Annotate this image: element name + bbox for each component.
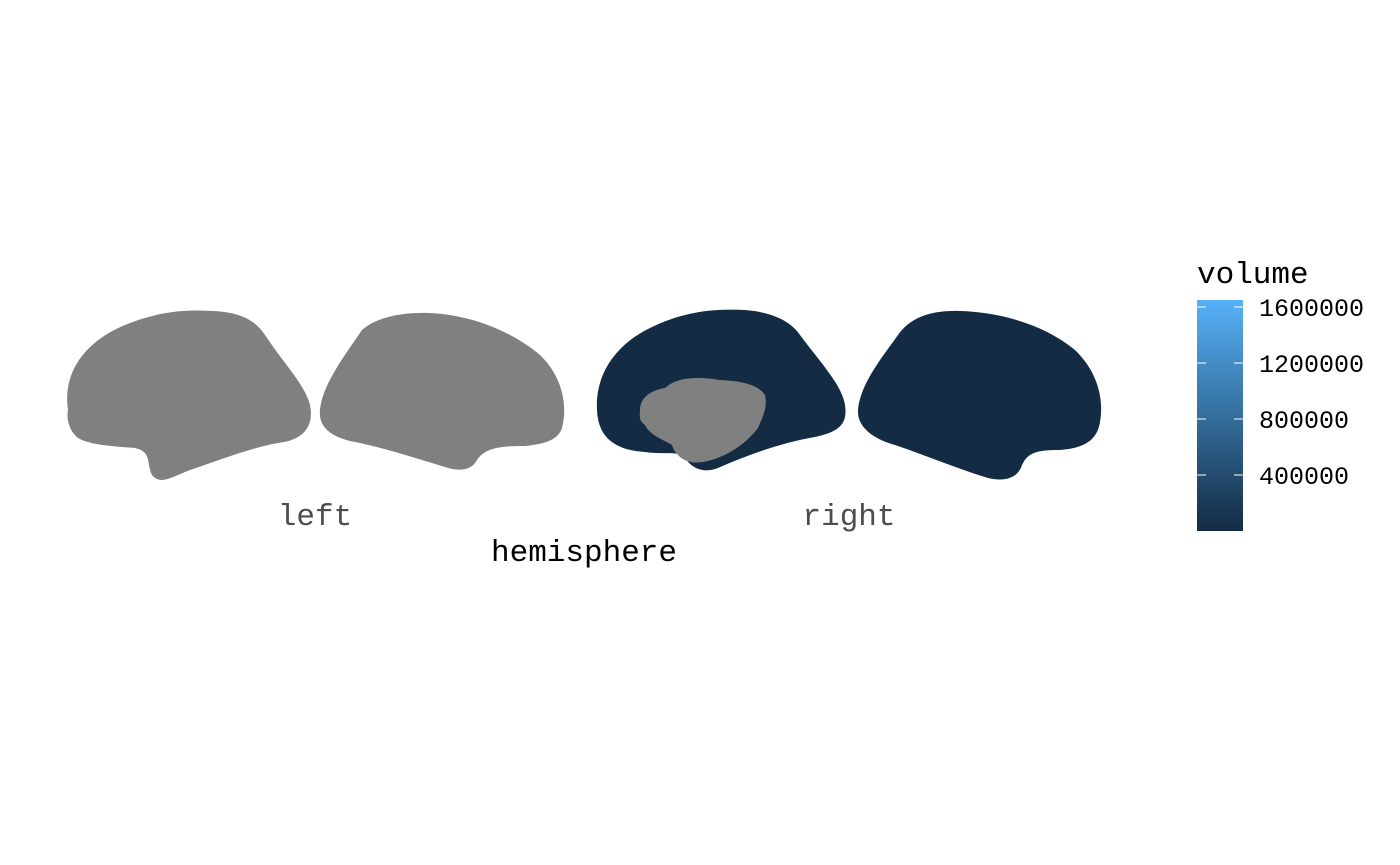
brain-region-right-medial	[857, 310, 1102, 480]
legend-label: 1600000	[1259, 295, 1364, 324]
legend-label: 1200000	[1259, 351, 1364, 380]
legend-label: 400000	[1259, 463, 1349, 492]
x-axis-title: hemisphere	[491, 536, 677, 571]
x-tick-left: left	[278, 500, 352, 535]
brain-region-left-lateral	[67, 310, 311, 480]
legend-title: volume	[1197, 258, 1309, 293]
x-tick-right: right	[802, 500, 895, 535]
legend-label: 800000	[1259, 407, 1349, 436]
legend: volume 400000 800000 1200000 1600000	[1197, 258, 1364, 531]
brain-plot: left right hemisphere volume 400000 80000…	[67, 258, 1364, 571]
legend-colorbar	[1197, 300, 1243, 531]
brain-region-left-medial	[319, 312, 565, 470]
